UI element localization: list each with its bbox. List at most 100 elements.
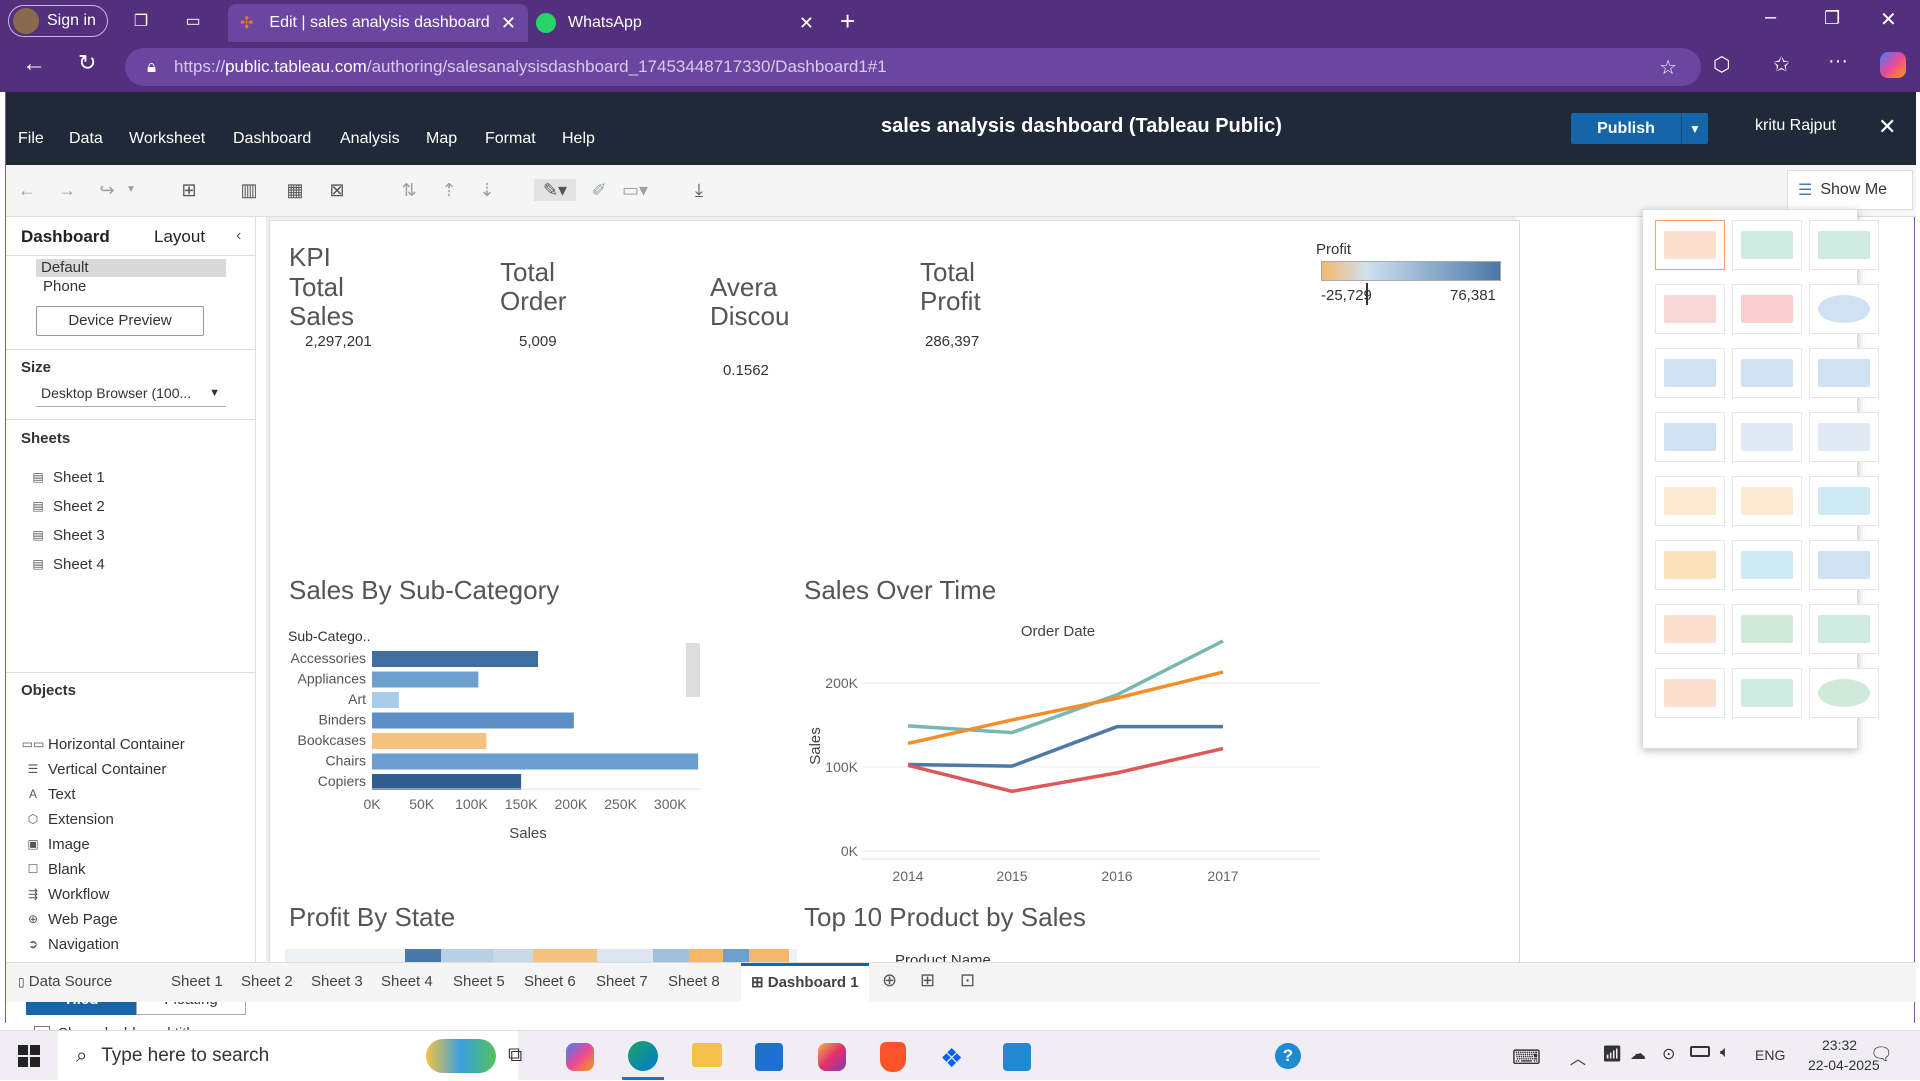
extensions-icon[interactable]: ⬡ <box>1713 52 1730 77</box>
collapse-panel-icon[interactable]: ‹ <box>236 227 241 245</box>
object-item[interactable]: ➲ Navigation <box>26 933 119 955</box>
object-item[interactable]: ▣ Image <box>26 833 89 855</box>
show-me-lines-discrete-icon[interactable] <box>1732 476 1802 526</box>
sheet-tab[interactable]: Sheet 1 <box>171 973 223 990</box>
sheet-item[interactable]: ▤ Sheet 3 <box>31 524 104 546</box>
taskbar-search-box[interactable]: ⌕ Type here to search <box>58 1031 518 1081</box>
copilot-icon[interactable] <box>1880 52 1906 78</box>
menu-format[interactable]: Format <box>485 130 536 148</box>
show-me-hbar-icon[interactable] <box>1655 348 1725 398</box>
sheet-tab[interactable]: Sheet 3 <box>311 973 363 990</box>
keyboard-icon[interactable]: ⌨ <box>1512 1045 1541 1070</box>
sales-over-time-line-chart[interactable]: Order Date 0K 100K 200K Sales 2014 2015 2016 201… <box>800 611 1360 881</box>
new-worksheet-icon[interactable]: ▥ <box>236 179 262 201</box>
menu-data[interactable]: Data <box>69 130 103 148</box>
camera-icon[interactable]: ⊙ <box>1662 1044 1675 1064</box>
clock-time[interactable]: 23:32 <box>1822 1037 1857 1053</box>
show-me-treemap-icon[interactable] <box>1655 412 1725 462</box>
notifications-icon[interactable]: 🗨︎ <box>1870 1044 1893 1065</box>
brave-icon[interactable] <box>880 1042 906 1072</box>
menu-dashboard[interactable]: Dashboard <box>233 130 311 148</box>
size-dropdown[interactable]: Desktop Browser (100... ▼ <box>36 385 226 407</box>
instagram-icon[interactable] <box>818 1043 846 1071</box>
object-item[interactable]: ⇶ Workflow <box>26 883 109 905</box>
show-me-dual-lines-icon[interactable] <box>1809 476 1879 526</box>
sheet-item[interactable]: ▤ Sheet 4 <box>31 553 104 575</box>
show-me-area-discrete-icon[interactable] <box>1732 540 1802 590</box>
tab-dashboard[interactable]: Dashboard <box>21 227 110 247</box>
sheet-tab[interactable]: Sheet 2 <box>241 973 293 990</box>
data-source-tab[interactable]: ▯ Data Source <box>18 973 112 990</box>
volume-icon[interactable]: 🔈︎ <box>1720 1044 1730 1062</box>
menu-worksheet[interactable]: Worksheet <box>129 130 205 148</box>
menu-analysis[interactable]: Analysis <box>340 130 400 148</box>
show-me-area-continuous-icon[interactable] <box>1655 540 1725 590</box>
close-tab-icon[interactable]: ✕ <box>501 13 516 34</box>
show-hidden-icons-icon[interactable]: ︿ <box>1570 1045 1586 1069</box>
refresh-icon[interactable]: ↻ <box>78 50 96 76</box>
browser-tab-active[interactable]: ✣ Edit | sales analysis dashboard ✕ <box>228 4 528 42</box>
download-toolbar-icon[interactable]: ⤓ <box>686 179 712 201</box>
device-phone[interactable]: Phone <box>43 278 86 295</box>
copilot-taskbar-icon[interactable] <box>566 1043 594 1071</box>
publish-button[interactable]: Publish ▼ <box>1571 113 1708 144</box>
annotate-icon[interactable]: ✐ <box>586 179 612 201</box>
publish-dropdown-icon[interactable]: ▼ <box>1681 113 1708 144</box>
show-me-symbol-map-icon[interactable] <box>1655 284 1725 334</box>
menu-file[interactable]: File <box>18 130 44 148</box>
new-tab-button[interactable]: + <box>840 6 855 37</box>
show-me-circle-view-icon[interactable] <box>1732 412 1802 462</box>
more-options-icon[interactable]: ··· <box>1828 50 1848 73</box>
show-me-lines-continuous-icon[interactable] <box>1655 476 1725 526</box>
show-me-packed-bubbles-icon[interactable] <box>1809 668 1879 718</box>
sub-category-bar-chart[interactable]: Sub-Catego.. Accessories Appliances Art Bind… <box>280 611 790 881</box>
sheet-tab[interactable]: Sheet 6 <box>524 973 576 990</box>
battery-icon[interactable] <box>1690 1046 1710 1057</box>
vscode-icon[interactable] <box>1003 1043 1031 1071</box>
replay-dropdown-icon[interactable]: ▼ <box>118 179 144 201</box>
show-me-pie-icon[interactable] <box>1809 284 1879 334</box>
language-indicator[interactable]: ENG <box>1755 1047 1785 1063</box>
menu-map[interactable]: Map <box>426 130 457 148</box>
store-icon[interactable] <box>755 1043 783 1071</box>
dashboard-1-tab[interactable]: ⊞ Dashboard 1 <box>741 963 869 1003</box>
show-me-highlight-table-icon[interactable] <box>1809 220 1879 270</box>
device-preview-button[interactable]: Device Preview <box>36 306 204 336</box>
close-editor-icon[interactable]: ✕ <box>1878 114 1896 140</box>
duplicate-sheet-icon[interactable]: ▦ <box>282 179 308 201</box>
object-item[interactable]: A Text <box>26 783 76 805</box>
onedrive-icon[interactable]: ☁ <box>1630 1044 1646 1064</box>
object-item[interactable]: ☐ Blank <box>26 858 86 880</box>
menu-help[interactable]: Help <box>562 130 595 148</box>
task-view-icon[interactable]: ⧉ <box>508 1044 522 1067</box>
sheet-tab[interactable]: Sheet 8 <box>668 973 720 990</box>
sort-ascending-icon[interactable]: ⇡ <box>436 179 462 201</box>
file-explorer-icon[interactable] <box>692 1043 722 1067</box>
profit-color-ramp[interactable] <box>1321 261 1501 281</box>
show-me-histogram-icon[interactable] <box>1732 604 1802 654</box>
fit-icon[interactable]: ▭▾ <box>622 179 648 201</box>
sheet-tab[interactable]: Sheet 4 <box>381 973 433 990</box>
sheet-item[interactable]: ▤ Sheet 1 <box>31 466 104 488</box>
highlight-icon[interactable]: ✎▾ <box>534 179 576 201</box>
tab-actions-icon[interactable]: ▭ <box>182 10 204 32</box>
close-tab-icon[interactable]: ✕ <box>799 13 814 34</box>
show-me-side-by-side-bars-icon[interactable] <box>1809 348 1879 398</box>
user-name[interactable]: kritu Rajput <box>1755 117 1836 135</box>
sheet-item[interactable]: ▤ Sheet 2 <box>31 495 104 517</box>
replay-icon[interactable]: ↪ <box>94 179 120 201</box>
show-me-filled-map-icon[interactable] <box>1732 284 1802 334</box>
wifi-icon[interactable]: 📶︎ <box>1602 1044 1622 1064</box>
close-window-button[interactable]: ✕ <box>1880 7 1897 32</box>
redo-icon[interactable]: → <box>54 179 80 201</box>
undo-icon[interactable]: ← <box>14 179 40 201</box>
new-dashboard-tab-icon[interactable]: ⊞ <box>920 970 935 991</box>
url-field[interactable]: 🔒︎ https://public.tableau.com/authoring/… <box>125 48 1701 86</box>
clear-sheet-icon[interactable]: ⊠ <box>324 179 350 201</box>
help-icon[interactable]: ? <box>1275 1043 1301 1069</box>
object-item[interactable]: ⬡ Extension <box>26 808 114 830</box>
new-worksheet-tab-icon[interactable]: ⊕ <box>882 970 897 991</box>
show-me-box-whisker-icon[interactable] <box>1809 604 1879 654</box>
maximize-button[interactable]: ❐ <box>1824 8 1840 29</box>
show-me-heat-map-icon[interactable] <box>1732 220 1802 270</box>
